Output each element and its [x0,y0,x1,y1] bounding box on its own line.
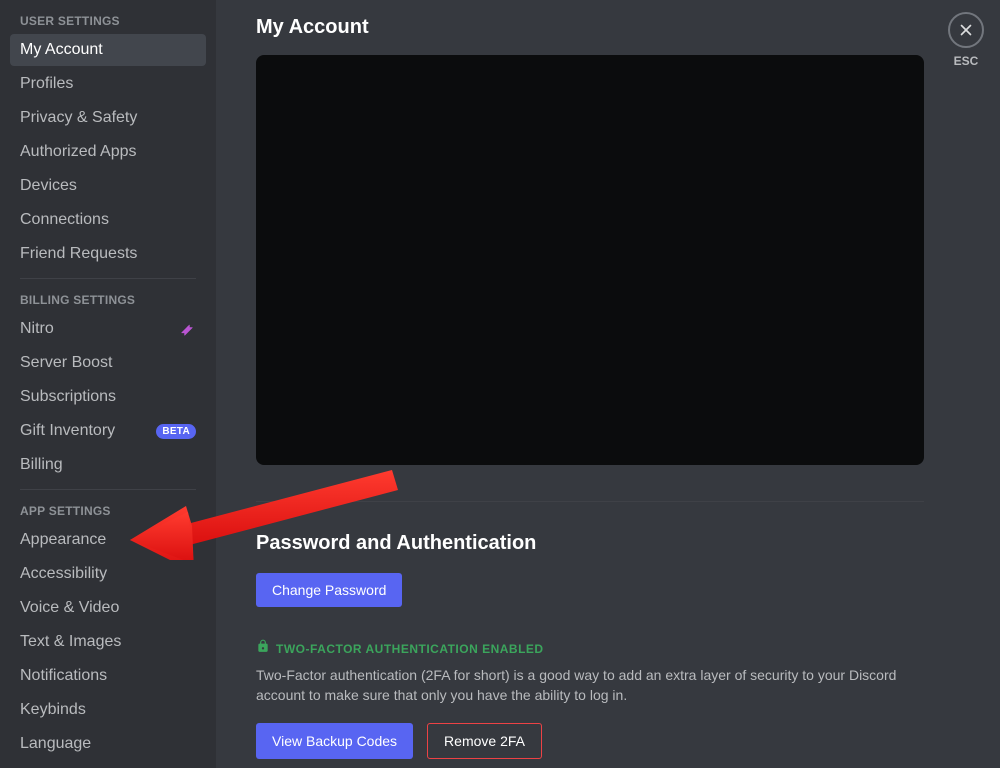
settings-sidebar: User Settings My Account Profiles Privac… [0,0,216,768]
sidebar-item-label: Profiles [20,75,73,93]
sidebar-item-billing[interactable]: Billing [10,449,206,481]
sidebar-item-notifications[interactable]: Notifications [10,660,206,692]
esc-label: ESC [954,54,979,68]
sidebar-divider [20,489,196,490]
remove-2fa-button[interactable]: Remove 2FA [427,723,542,759]
sidebar-item-language[interactable]: Language [10,728,206,760]
sidebar-item-label: Server Boost [20,354,112,372]
content-divider [256,501,924,502]
sidebar-item-label: Keybinds [20,701,86,719]
twofa-button-row: View Backup Codes Remove 2FA [256,723,960,759]
main-content: My Account Password and Authentication C… [216,0,1000,768]
sidebar-item-label: Privacy & Safety [20,109,137,127]
twofa-description: Two-Factor authentication (2FA for short… [256,666,916,705]
section-header-app-settings: App Settings [10,498,206,524]
sidebar-item-server-boost[interactable]: Server Boost [10,347,206,379]
sidebar-item-profiles[interactable]: Profiles [10,68,206,100]
sidebar-item-label: Notifications [20,667,107,685]
sidebar-item-privacy-safety[interactable]: Privacy & Safety [10,102,206,134]
close-icon [948,12,984,48]
sidebar-item-label: Accessibility [20,565,107,583]
sidebar-item-nitro[interactable]: Nitro [10,313,206,345]
sidebar-item-my-account[interactable]: My Account [10,34,206,66]
sidebar-item-label: Authorized Apps [20,143,137,161]
twofa-header: Two-Factor Authentication Enabled [256,639,960,658]
view-backup-codes-button[interactable]: View Backup Codes [256,723,413,759]
sidebar-item-appearance[interactable]: Appearance [10,524,206,556]
sidebar-item-label: My Account [20,41,103,59]
sidebar-item-gift-inventory[interactable]: Gift Inventory BETA [10,415,206,447]
sidebar-item-label: Gift Inventory [20,422,115,440]
sidebar-item-label: Language [20,735,91,753]
sidebar-item-voice-video[interactable]: Voice & Video [10,592,206,624]
twofa-enabled-label: Two-Factor Authentication Enabled [276,642,544,656]
sidebar-item-authorized-apps[interactable]: Authorized Apps [10,136,206,168]
sidebar-item-text-images[interactable]: Text & Images [10,626,206,658]
sidebar-item-label: Text & Images [20,633,121,651]
sidebar-item-friend-requests[interactable]: Friend Requests [10,238,206,270]
sidebar-item-label: Voice & Video [20,599,119,617]
profile-card [256,55,924,465]
sidebar-divider [20,278,196,279]
section-header-user-settings: User Settings [10,8,206,34]
sidebar-item-label: Subscriptions [20,388,116,406]
sidebar-item-label: Friend Requests [20,245,137,263]
sidebar-item-label: Appearance [20,531,106,549]
sidebar-item-label: Connections [20,211,109,229]
change-password-button[interactable]: Change Password [256,573,402,607]
nitro-icon [180,322,194,336]
sidebar-item-connections[interactable]: Connections [10,204,206,236]
page-title: My Account [256,16,960,39]
sidebar-item-label: Nitro [20,320,54,338]
beta-badge: BETA [156,424,196,439]
lock-icon [256,639,270,658]
password-section-title: Password and Authentication [256,532,960,555]
sidebar-item-subscriptions[interactable]: Subscriptions [10,381,206,413]
sidebar-item-accessibility[interactable]: Accessibility [10,558,206,590]
sidebar-item-keybinds[interactable]: Keybinds [10,694,206,726]
sidebar-item-devices[interactable]: Devices [10,170,206,202]
close-settings-button[interactable]: ESC [948,12,984,68]
section-header-billing-settings: Billing Settings [10,287,206,313]
sidebar-item-label: Devices [20,177,77,195]
sidebar-item-label: Billing [20,456,63,474]
